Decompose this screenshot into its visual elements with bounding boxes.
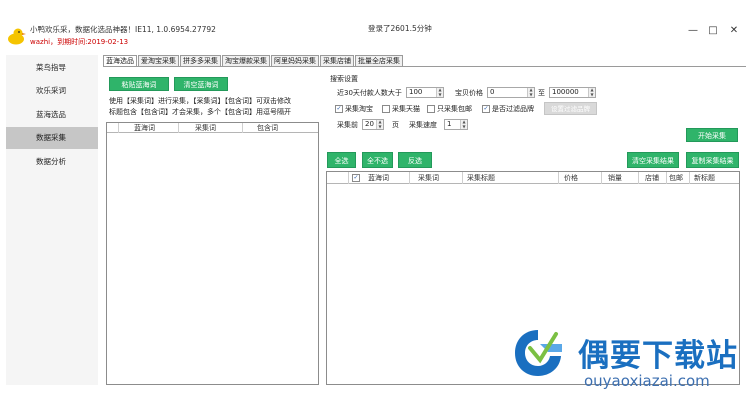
price-max-value: 100000	[552, 88, 579, 96]
user-expiry-text: wazhi，到期时间:2019-02-13	[30, 38, 129, 46]
tab-pinduoduo[interactable]: 拼多多采集	[180, 55, 221, 66]
collect-tmall-checkbox[interactable]: 采集天猫	[382, 104, 420, 114]
copy-results-button[interactable]: 复制采集结果	[686, 152, 739, 168]
spinner-arrows-icon[interactable]: ▲ ▼	[460, 119, 467, 129]
close-button[interactable]: ✕	[727, 24, 741, 38]
sidebar-item-guide[interactable]: 菜鸟指导	[6, 57, 98, 79]
checkbox-unchecked-icon	[382, 105, 390, 113]
start-collect-button[interactable]: 开始采集	[686, 128, 738, 142]
tab-aitaobao[interactable]: 爱淘宝采集	[138, 55, 179, 66]
pages-unit: 页	[392, 121, 399, 129]
checkbox-checked-icon: ✓	[352, 174, 360, 182]
sidebar-item-keywords[interactable]: 欢乐采词	[6, 80, 98, 102]
column-header[interactable]: 新标题	[690, 172, 740, 184]
price-min-value: 0	[490, 88, 495, 96]
spinner-arrows-icon[interactable]: ▲ ▼	[436, 87, 443, 97]
sidebar-item-blue-ocean[interactable]: 蓝海选品	[6, 104, 98, 126]
maximize-button[interactable]: □	[706, 24, 720, 38]
spinner-arrows-icon[interactable]: ▲ ▼	[588, 87, 595, 97]
column-header[interactable]: 店铺	[639, 172, 667, 184]
sidebar-item-data-collect[interactable]: 数据采集	[6, 127, 98, 149]
site-watermark: 偶要下载站 ouyaoxiazai.com	[502, 324, 752, 404]
speed-value: 1	[447, 120, 452, 128]
paste-keywords-button[interactable]: 粘贴蓝海词	[109, 77, 169, 91]
speed-label: 采集速度	[409, 121, 437, 129]
instruction-line-1: 使用【采集词】进行采集，【采集词】【包含词】可双击修改	[109, 97, 291, 105]
tab-panel-border	[103, 66, 746, 67]
column-header[interactable]: 蓝海词	[363, 172, 410, 184]
price-max-input[interactable]: 100000 ▲ ▼	[549, 87, 596, 98]
row-header-cell	[327, 172, 349, 184]
buyers-label: 近30天付款人数大于	[337, 89, 402, 97]
price-to-label: 至	[538, 89, 545, 97]
collect-taobao-checkbox[interactable]: ✓ 采集淘宝	[335, 104, 373, 114]
price-label: 宝贝价格	[455, 89, 483, 97]
invert-selection-button[interactable]: 反选	[398, 152, 432, 168]
minimize-button[interactable]: —	[686, 24, 700, 38]
pages-label: 采集前	[337, 121, 358, 129]
watermark-url: ouyaoxiazai.com	[584, 372, 710, 390]
column-header[interactable]: 包含词	[243, 123, 319, 133]
column-header[interactable]: 采集词	[410, 172, 463, 184]
app-title: 小鸭欢乐采，数据化选品神器！IE11, 1.0.6954.27792	[30, 25, 216, 34]
tab-batch-store[interactable]: 批量全店采集	[355, 55, 403, 66]
checkbox-checked-icon: ✓	[335, 105, 343, 113]
search-settings-title: 搜索设置	[330, 75, 358, 83]
checkbox-label: 只采集包邮	[437, 105, 472, 113]
tab-strip: 蓝海选品 爱淘宝采集 拼多多采集 淘宝爆款采集 阿里妈妈采集 采集店铺 批量全店…	[103, 55, 404, 67]
column-header[interactable]: 销量	[602, 172, 639, 184]
column-header[interactable]: 采集词	[179, 123, 243, 133]
column-header[interactable]: 包邮	[667, 172, 690, 184]
results-grid-header: ✓ 蓝海词 采集词 采集标题 价格 销量 店铺 包邮 新标题	[327, 172, 739, 184]
title-bar: 小鸭欢乐采，数据化选品神器！IE11, 1.0.6954.27792 wazhi…	[0, 0, 754, 52]
header-select-all-checkbox[interactable]: ✓	[349, 172, 363, 184]
tab-store[interactable]: 采集店铺	[320, 55, 354, 66]
tab-alimama[interactable]: 阿里妈妈采集	[271, 55, 319, 66]
select-none-button[interactable]: 全不选	[362, 152, 393, 168]
column-header[interactable]: 蓝海词	[119, 123, 179, 133]
pages-input[interactable]: 20 ▲ ▼	[362, 119, 384, 130]
filter-brand-checkbox[interactable]: ✓ 是否过滤品牌	[482, 104, 534, 114]
spinner-arrows-icon[interactable]: ▲ ▼	[376, 119, 383, 129]
duck-logo-icon	[8, 28, 26, 45]
checkbox-label: 是否过滤品牌	[492, 105, 534, 113]
select-all-button[interactable]: 全选	[327, 152, 356, 168]
checkbox-label: 采集天猫	[392, 105, 420, 113]
free-shipping-checkbox[interactable]: 只采集包邮	[427, 104, 472, 114]
row-header-cell	[107, 123, 119, 133]
search-settings-group: 搜索设置 近30天付款人数大于 100 ▲ ▼ 宝贝价格 0 ▲ ▼ 至 10000…	[327, 74, 740, 143]
checkbox-checked-icon: ✓	[482, 105, 490, 113]
sidebar-item-data-analysis[interactable]: 数据分析	[6, 151, 98, 173]
clear-results-button[interactable]: 清空采集结果	[627, 152, 679, 168]
column-header[interactable]: 采集标题	[463, 172, 559, 184]
checkbox-label: 采集淘宝	[345, 105, 373, 113]
price-min-input[interactable]: 0 ▲ ▼	[487, 87, 535, 98]
sidebar: 菜鸟指导 欢乐采词 蓝海选品 数据采集 数据分析	[6, 55, 98, 385]
tab-taobao-hot[interactable]: 淘宝爆款采集	[222, 55, 270, 66]
keywords-grid-header: 蓝海词 采集词 包含词	[107, 123, 318, 133]
speed-input[interactable]: 1 ▲ ▼	[444, 119, 468, 130]
spinner-arrows-icon[interactable]: ▲ ▼	[527, 87, 534, 97]
set-brand-filter-button[interactable]: 设置过滤品牌	[544, 102, 597, 115]
instruction-line-2: 标题包含【包含词】才会采集，多个【包含词】用逗号隔开	[109, 108, 291, 116]
column-header[interactable]: 价格	[559, 172, 602, 184]
clear-keywords-button[interactable]: 清空蓝海词	[174, 77, 228, 91]
buyers-input[interactable]: 100 ▲ ▼	[406, 87, 444, 98]
checkbox-unchecked-icon	[427, 105, 435, 113]
keywords-grid[interactable]: 蓝海词 采集词 包含词	[106, 122, 319, 385]
watermark-logo-icon	[515, 330, 562, 376]
pages-value: 20	[365, 120, 374, 128]
login-duration-text: 登录了2601.5分钟	[368, 24, 432, 33]
watermark-title: 偶要下载站	[578, 338, 738, 374]
buyers-value: 100	[409, 88, 423, 96]
